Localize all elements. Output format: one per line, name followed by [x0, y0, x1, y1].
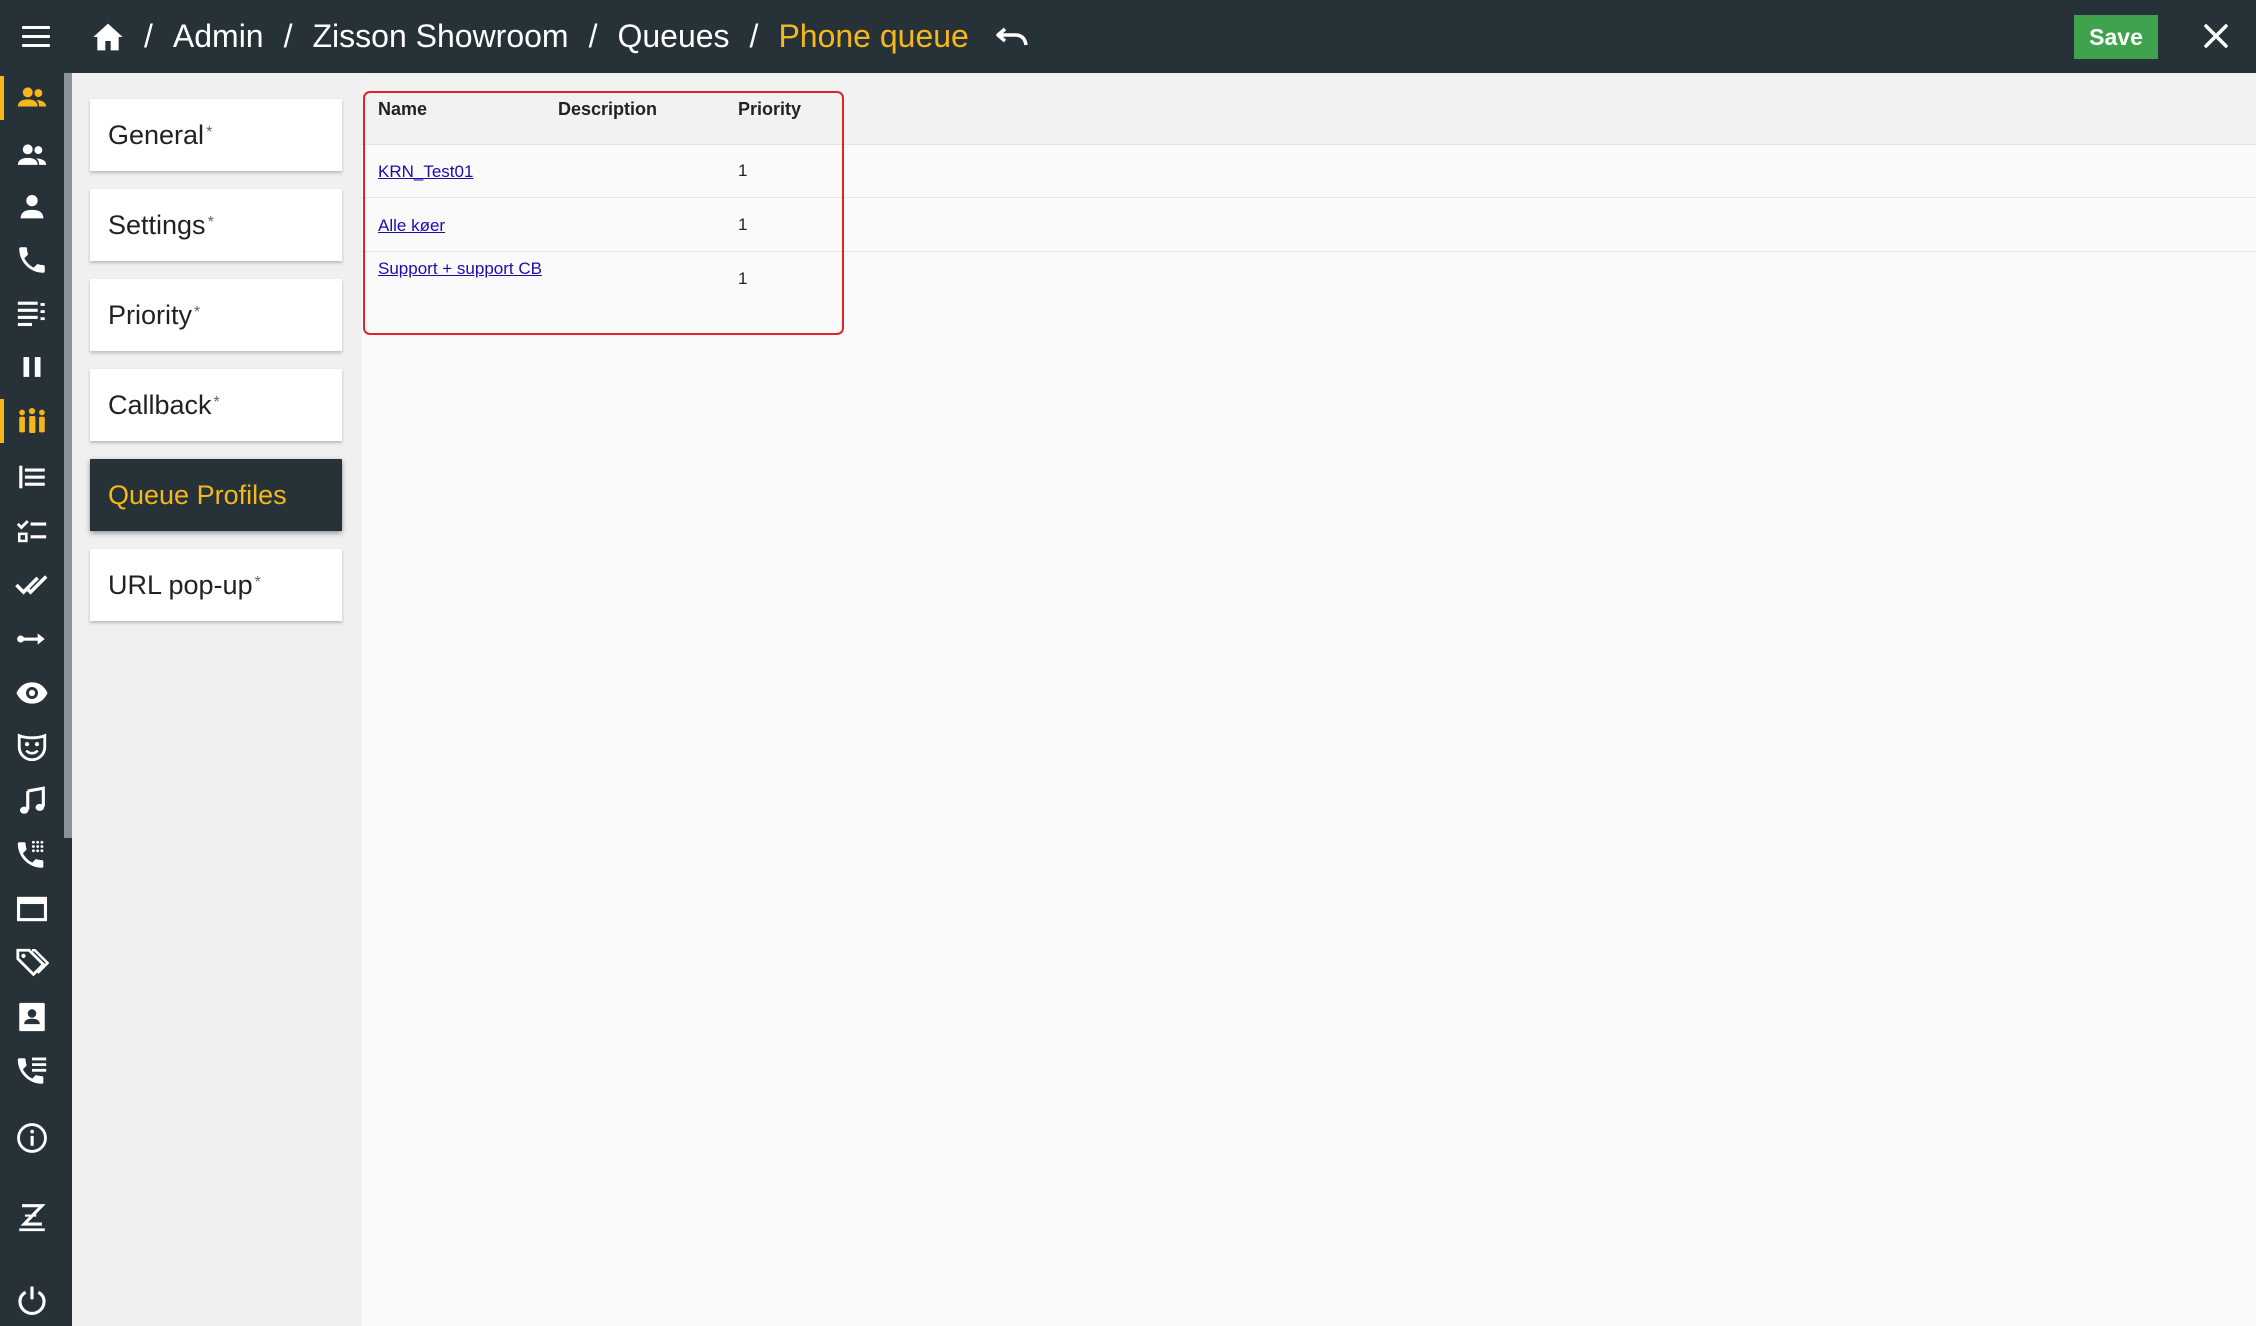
- nav-label: Queue Profiles: [108, 479, 287, 510]
- queue-profiles-table: Name Description Priority KRN_Test01 1 A…: [362, 73, 2256, 1326]
- undo-icon[interactable]: [995, 20, 1029, 54]
- required-marker: *: [194, 304, 201, 321]
- column-header-description[interactable]: Description: [558, 99, 657, 120]
- nav-label: Callback: [108, 389, 212, 420]
- profile-name-link[interactable]: Alle køer: [378, 215, 548, 237]
- nav-general[interactable]: General *: [90, 99, 342, 171]
- row-divider: [362, 251, 2256, 252]
- queue-list-icon[interactable]: [0, 287, 64, 339]
- nav-url-popup[interactable]: URL pop-up *: [90, 549, 342, 621]
- double-check-icon[interactable]: [0, 559, 64, 611]
- required-marker: *: [206, 124, 213, 141]
- breadcrumb-separator: /: [283, 18, 293, 54]
- phone-icon[interactable]: [0, 234, 64, 286]
- nav-label: URL pop-up: [108, 569, 253, 600]
- profile-priority: 1: [738, 161, 748, 180]
- breadcrumb-phone-queue: Phone queue: [778, 18, 969, 54]
- phone-forward-icon[interactable]: [0, 1045, 64, 1097]
- zisson-logo-icon[interactable]: [0, 1191, 64, 1243]
- column-header-priority[interactable]: Priority: [738, 99, 801, 120]
- music-note-icon[interactable]: [0, 775, 64, 827]
- nav-label: General: [108, 119, 205, 150]
- breadcrumb-queues[interactable]: Queues: [617, 18, 729, 55]
- contact-card-icon[interactable]: [0, 991, 64, 1043]
- profile-priority: 1: [738, 269, 748, 288]
- info-icon[interactable]: [0, 1112, 64, 1164]
- required-marker: *: [213, 394, 220, 411]
- required-marker: *: [254, 574, 261, 591]
- row-divider: [362, 197, 2256, 198]
- folder-icon[interactable]: [0, 883, 64, 935]
- breadcrumb-separator: /: [749, 18, 759, 54]
- breadcrumb: / Admin / Zisson Showroom / Queues / Pho…: [92, 0, 1029, 73]
- person-icon[interactable]: [0, 181, 64, 233]
- menu-icon[interactable]: [22, 26, 50, 47]
- profile-priority: 1: [738, 215, 748, 234]
- profile-name-link[interactable]: Support + support CB: [378, 258, 543, 280]
- list-view-icon[interactable]: [0, 451, 64, 503]
- breadcrumb-zisson-showroom[interactable]: Zisson Showroom: [312, 18, 568, 55]
- settings-nav-panel: General * Settings * Priority * Callback * Q…: [72, 73, 362, 1326]
- pause-icon[interactable]: [0, 341, 64, 393]
- mask-icon[interactable]: [0, 721, 64, 773]
- breadcrumb-separator: /: [144, 18, 153, 54]
- nav-queue-profiles[interactable]: Queue Profiles: [90, 459, 342, 531]
- route-arrow-icon[interactable]: [0, 613, 64, 665]
- nav-label: Priority: [108, 299, 193, 330]
- top-bar: / Admin / Zisson Showroom / Queues / Pho…: [0, 0, 2256, 73]
- rail-scrollbar[interactable]: [64, 73, 72, 838]
- profile-name-link[interactable]: KRN_Test01: [378, 161, 548, 183]
- save-button[interactable]: Save: [2074, 15, 2158, 59]
- breadcrumb-separator: /: [588, 18, 598, 54]
- nav-label: Settings: [108, 209, 206, 240]
- nav-callback[interactable]: Callback *: [90, 369, 342, 441]
- breadcrumb-admin[interactable]: Admin: [173, 18, 264, 55]
- required-marker: *: [207, 214, 214, 231]
- people-icon[interactable]: [0, 129, 64, 181]
- nav-priority[interactable]: Priority *: [90, 279, 342, 351]
- home-icon[interactable]: [92, 22, 124, 52]
- power-icon[interactable]: [0, 1274, 64, 1326]
- nav-settings[interactable]: Settings *: [90, 189, 342, 261]
- checklist-icon[interactable]: [0, 505, 64, 557]
- team-icon[interactable]: [0, 395, 64, 447]
- eye-icon[interactable]: [0, 667, 64, 719]
- table-header: Name Description Priority: [362, 73, 2256, 145]
- supervisor-icon[interactable]: [0, 72, 64, 124]
- phone-dialpad-icon[interactable]: [0, 829, 64, 881]
- tags-icon[interactable]: [0, 937, 64, 989]
- column-header-name[interactable]: Name: [378, 99, 427, 120]
- close-icon[interactable]: [2198, 18, 2234, 54]
